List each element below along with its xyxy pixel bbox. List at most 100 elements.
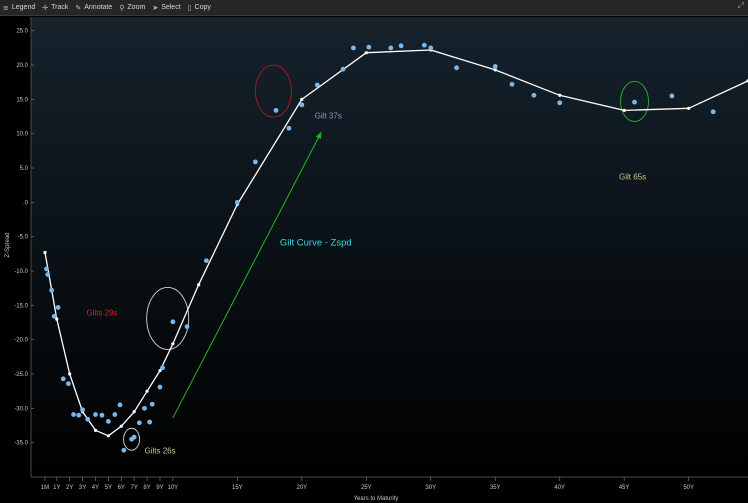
bond-point (509, 81, 515, 87)
gilts-26s-label: Gilts 26s (144, 447, 175, 456)
curve-node (622, 108, 626, 112)
pencil-icon: ✎ (75, 3, 82, 12)
curve-node (300, 97, 304, 101)
bond-point (93, 412, 98, 417)
x-tick-label: 6Y (118, 485, 125, 491)
curve-node (68, 372, 72, 376)
bond-point (299, 102, 305, 108)
bond-point (142, 405, 147, 411)
x-tick-label: 35Y (490, 485, 501, 491)
bond-point (71, 412, 76, 417)
curve-node (364, 51, 368, 55)
bond-point (184, 324, 190, 330)
x-tick-label: 45Y (619, 485, 630, 491)
bond-point (421, 42, 427, 48)
y-tick-label: 25.0 (16, 29, 28, 35)
x-tick-label: 2Y (66, 485, 73, 491)
curve-node (43, 250, 47, 255)
toolbar-track-button[interactable]: ✛ Track (39, 4, 72, 12)
x-axis-ticks: 1M 1Y 2Y 3Y 4Y 5Y 6Y 7Y 8Y 9Y 10Y 15Y 20Y 25Y 30Y 35Y 40… (41, 477, 694, 491)
curve-node (93, 428, 98, 432)
x-tick-label: 20Y (296, 485, 307, 491)
x-tick-label: 30Y (425, 485, 436, 491)
curve-node (106, 434, 110, 438)
bond-point (45, 272, 51, 277)
x-tick-label: 5Y (105, 485, 112, 491)
toolbar-annotate-label: Annotate (84, 4, 113, 11)
x-tick-label: 9Y (156, 485, 163, 491)
bond-point (149, 401, 155, 407)
bond-point (398, 43, 404, 49)
bond-point (492, 64, 498, 69)
gilts-29s-label: Gilts 29s (86, 309, 117, 318)
bond-point (170, 319, 176, 325)
chart-toolbar: ≡ Legend ✛ Track ✎ Annotate ⚲ Zoom ➤ Sel… (0, 0, 748, 16)
bond-point (76, 412, 82, 418)
x-tick-label: 1Y (53, 485, 60, 491)
bond-point (557, 100, 563, 106)
x-tick-label: 15Y (232, 485, 243, 491)
toolbar-zoom-label: Zoom (127, 4, 146, 11)
toolbar-legend-label: Legend (11, 4, 36, 11)
bond-point (234, 199, 240, 205)
bond-point (85, 416, 91, 422)
bond-point (350, 45, 356, 51)
bond-point (314, 82, 320, 88)
bond-point (60, 376, 66, 382)
y-tick-label: -5.0 (18, 235, 29, 241)
bond-point (131, 434, 137, 440)
plot-area (31, 17, 748, 477)
toolbar-select-label: Select (161, 4, 181, 11)
gilt-37s-label: Gilt 37s (315, 112, 342, 121)
bond-point (44, 266, 49, 272)
x-tick-label: 10Y (168, 485, 179, 491)
y-tick-label: 20.0 (16, 63, 28, 69)
toolbar-copy-button[interactable]: ▯ Copy (185, 4, 215, 12)
toolbar-copy-label: Copy (194, 4, 211, 11)
toolbar-track-label: Track (51, 4, 69, 11)
bond-point (51, 313, 57, 319)
bond-point (203, 258, 209, 264)
bond-point (105, 418, 111, 424)
bond-point (157, 384, 163, 390)
y-tick-label: .0 (23, 200, 29, 206)
crosshair-icon: ✛ (42, 3, 49, 12)
bond-point (388, 45, 394, 51)
y-tick-label: -30.0 (14, 406, 28, 412)
bond-point (428, 45, 434, 51)
toolbar-select-button[interactable]: ➤ Select (149, 4, 184, 12)
y-tick-label: -15.0 (14, 303, 28, 309)
bond-point (273, 107, 279, 113)
expand-icon[interactable]: ⤢ (738, 1, 744, 11)
toolbar-legend-button[interactable]: ≡ Legend (0, 4, 39, 12)
x-tick-label: 25Y (361, 485, 372, 491)
bond-point (252, 159, 258, 165)
toolbar-zoom-button[interactable]: ⚲ Zoom (116, 4, 149, 12)
toolbar-annotate-button[interactable]: ✎ Annotate (72, 4, 116, 12)
curve-node (558, 93, 562, 97)
bond-point (49, 287, 55, 293)
y-tick-label: 15.0 (16, 97, 28, 103)
bond-point (117, 402, 123, 408)
curve-node (197, 283, 201, 287)
bond-point (531, 92, 537, 98)
y-tick-label: -10.0 (14, 269, 28, 275)
gilt-curve-label: Gilt Curve - Zspd (280, 238, 352, 249)
x-tick-label: 1M (41, 485, 49, 491)
bond-point (65, 381, 71, 387)
y-tick-label: 10.0 (16, 132, 28, 138)
bond-point (632, 99, 637, 105)
x-tick-label: 40Y (554, 485, 565, 491)
bond-point (160, 365, 165, 371)
magnifier-icon: ⚲ (119, 3, 125, 12)
cursor-icon: ➤ (152, 3, 159, 12)
y-axis-title: Z-Spread (5, 232, 11, 257)
curve-node (132, 410, 136, 414)
bond-point (147, 419, 153, 425)
bond-point (136, 420, 142, 426)
y-tick-label: 5.0 (20, 166, 29, 172)
bond-point (80, 407, 85, 413)
curve-node (687, 106, 691, 110)
curve-node (119, 424, 123, 428)
bond-point (669, 93, 675, 99)
